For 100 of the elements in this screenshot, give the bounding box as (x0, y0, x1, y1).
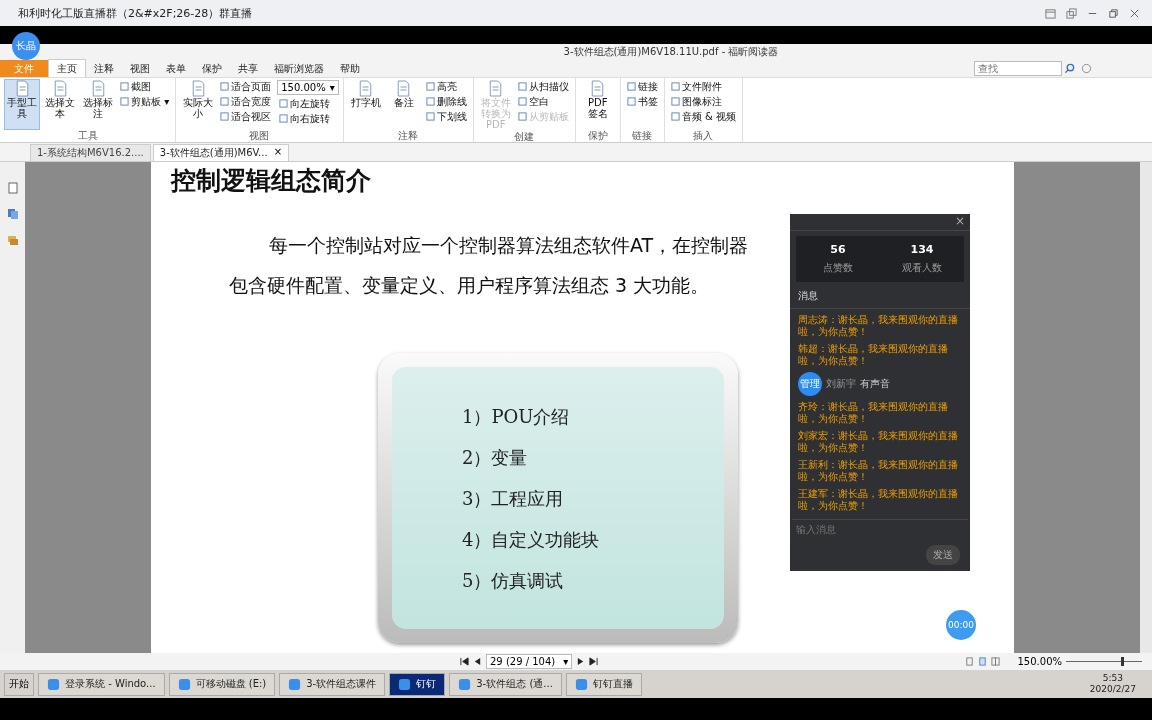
close-tab-button[interactable]: × (273, 146, 283, 160)
pages-icon[interactable] (6, 208, 19, 220)
page-field[interactable]: 29 (29 / 104) ▾ (486, 654, 573, 669)
document-tab[interactable]: 3-软件组态(通用)M6V... × (152, 144, 290, 161)
taskbar-button[interactable]: 登录系统 - Windo... (38, 672, 165, 696)
ribbon-button[interactable]: 音频 & 视频 (668, 109, 738, 124)
document-tab[interactable]: 1-系统结构M6V16.2.... (30, 144, 151, 161)
document-icon (14, 80, 30, 97)
search-field[interactable]: 查找 (974, 60, 1062, 76)
next-page-icon[interactable] (576, 657, 586, 666)
windows-icon[interactable] (1066, 7, 1077, 19)
chat-message: 周志涛：谢长晶，我来围观你的直播啦，为你点赞！ (798, 314, 959, 338)
last-page-icon[interactable] (589, 657, 599, 666)
chat-message: 有声音 (860, 377, 890, 391)
stat-label: 点赞数 (823, 261, 853, 275)
start-button[interactable]: 开始 (4, 672, 34, 696)
ribbon-button[interactable]: 链接 (624, 79, 660, 94)
user-name: 刘新宇 (826, 377, 856, 391)
two-page-icon[interactable] (990, 657, 1000, 666)
ribbon-button[interactable]: 剪贴板 ▾ (118, 94, 172, 109)
paragraph-line: 每一个控制站对应一个控制器算法组态软件AT，在控制器 (268, 233, 749, 258)
ribbon-button[interactable]: 适合宽度 (218, 94, 274, 109)
ribbon-button[interactable]: 向左旋转 (277, 96, 339, 111)
menu-tab[interactable]: 共享 (230, 59, 266, 77)
document-icon (190, 80, 206, 97)
list-item: 5）仿真调试 (462, 569, 565, 593)
group-label: 插入 (692, 130, 715, 142)
menu-tab[interactable]: 表单 (158, 59, 194, 77)
stat-value: 56 (830, 243, 846, 256)
taskbar-button[interactable]: 3-软件组态课件 (279, 672, 386, 696)
layers-icon[interactable] (6, 234, 19, 246)
help-icon[interactable] (1081, 62, 1092, 74)
zoom-level[interactable]: 150.00% (1017, 656, 1062, 667)
single-page-icon[interactable] (964, 657, 974, 666)
document-icon (488, 80, 504, 97)
app-icon (47, 677, 60, 691)
taskbar-button[interactable]: 3-软件组态 (通... (449, 672, 562, 696)
clock-time: 5:53 (1102, 673, 1124, 684)
ribbon-button[interactable]: 打字机 (347, 79, 384, 130)
ribbon-button[interactable]: 备注 (385, 79, 422, 130)
search-icon[interactable] (1064, 62, 1075, 74)
app-icon (288, 677, 302, 691)
ribbon-button[interactable]: 删除线 (423, 94, 469, 109)
paragraph-line: 包含硬件配置、变量定义、用户程序算法组态 3 大功能。 (229, 273, 710, 298)
document-icon (52, 80, 68, 97)
ribbon-button[interactable]: 选择文本 (42, 79, 78, 130)
document-icon (358, 80, 374, 97)
ribbon-button[interactable]: 向右旋转 (277, 111, 339, 126)
previous-page-icon[interactable] (473, 657, 482, 666)
ribbon-button[interactable]: 图像标注 (668, 94, 738, 109)
close-button[interactable]: × (954, 214, 965, 230)
ribbon-button[interactable]: 选择标注 (80, 79, 116, 130)
message-field[interactable]: 输入消息 (792, 519, 968, 539)
menu-tab[interactable]: 福昕浏览器 (266, 59, 332, 77)
first-page-icon[interactable] (460, 657, 469, 666)
ribbon-button[interactable]: 截图 (118, 79, 172, 94)
menu-tab[interactable]: 视图 (122, 59, 158, 77)
group-label: 创建 (513, 131, 536, 143)
scrollbar[interactable] (1140, 162, 1152, 653)
calendar-icon[interactable] (1045, 7, 1056, 19)
ribbon-button[interactable]: 高亮 (423, 79, 469, 94)
document-icon (590, 80, 606, 97)
ribbon-button[interactable]: 手型工具 (4, 79, 40, 130)
close-icon[interactable] (1129, 7, 1140, 19)
group-label: 保护 (586, 130, 609, 142)
restore-icon[interactable] (1108, 7, 1119, 19)
ribbon-button[interactable]: 空白 (515, 94, 571, 109)
group-label: 注释 (397, 130, 420, 142)
ribbon-button[interactable]: 适合页面 (218, 79, 274, 94)
send-button[interactable]: 发送 (926, 545, 960, 565)
slider-thumb[interactable] (1120, 657, 1124, 666)
taskbar-button[interactable]: 钉钉 (389, 672, 446, 696)
window-title: 和利时化工版直播群（2&#x2F;26-28）群直播 (18, 5, 253, 21)
user-avatar: 管理 (798, 372, 822, 396)
ribbon-button[interactable]: 书签 (624, 94, 660, 109)
document-icon (90, 80, 106, 97)
continuous-page-icon[interactable] (977, 657, 987, 666)
taskbar-button[interactable]: 钉钉直播 (565, 672, 642, 696)
bookmark-icon[interactable] (6, 182, 19, 194)
presenter-avatar: 长晶 (12, 32, 40, 60)
list-item: 2）变量 (462, 446, 529, 470)
taskbar-button[interactable]: 可移动磁盘 (E:) (168, 672, 276, 696)
messages-heading: 消息 (790, 287, 970, 309)
document-icon (396, 80, 412, 97)
ribbon-button[interactable]: 实际大小 (180, 79, 217, 130)
menu-tab[interactable]: 注释 (86, 59, 122, 77)
ribbon-button[interactable]: 从扫描仪 (515, 79, 571, 94)
ribbon-button[interactable]: PDF 签名 (579, 79, 616, 130)
app-icon (398, 677, 412, 691)
ribbon-button[interactable]: 适合视区 (218, 109, 274, 124)
slide-heading: 控制逻辑组态简介 (171, 165, 372, 197)
menu-tab[interactable]: 保护 (194, 59, 230, 77)
clock-date: 2020/2/27 (1089, 684, 1136, 695)
zoom-field[interactable]: 150.00% ▾ (277, 80, 339, 95)
ribbon-button[interactable]: 文件附件 (668, 79, 738, 94)
menu-tab[interactable]: 主页 (48, 59, 86, 77)
chat-message: 刘家宏：谢长晶，我来围观你的直播啦，为你点赞！ (798, 430, 959, 454)
list-item: 3）工程应用 (462, 487, 565, 511)
ribbon-button[interactable]: 下划线 (423, 109, 469, 124)
menu-tab[interactable]: 帮助 (332, 59, 368, 77)
